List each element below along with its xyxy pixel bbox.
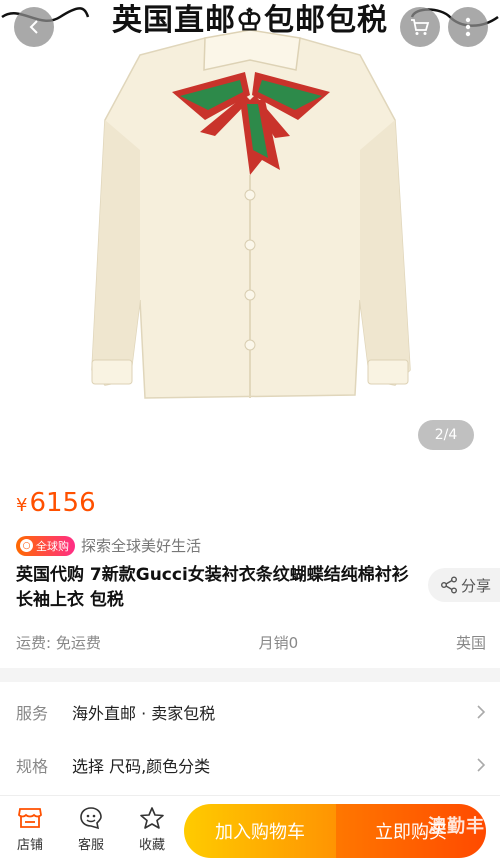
star-icon: [140, 807, 164, 829]
bottom-action-bar: 店铺 客服 收藏 加入购物车 立即购买: [0, 795, 500, 863]
global-slogan: ○ 全球购 探索全球美好生活: [16, 535, 201, 556]
cart-button[interactable]: [400, 7, 440, 47]
product-image: [91, 29, 411, 399]
spec-select-row[interactable]: 规格 选择 尺码,颜色分类: [0, 739, 500, 791]
customer-service-button[interactable]: 客服: [67, 806, 115, 853]
share-button[interactable]: 分享: [428, 568, 500, 602]
watermark: 澳勤丰: [428, 816, 485, 837]
shop-icon: [18, 808, 42, 828]
share-icon: [441, 576, 457, 594]
spec-key: 规格: [16, 757, 49, 776]
service-key: 服务: [16, 704, 49, 723]
add-to-cart-label: 加入购物车: [215, 822, 305, 843]
banner-text: 英国直邮♔包邮包税: [112, 3, 388, 38]
shipping-fee: 运费: 免运费: [16, 634, 101, 652]
section-divider: [0, 668, 500, 682]
service-label: 客服: [77, 838, 104, 853]
back-button[interactable]: [14, 7, 54, 47]
chevron-right-icon: [477, 758, 486, 772]
add-to-cart-button[interactable]: 加入购物车: [184, 804, 336, 858]
origin: 英国: [455, 634, 486, 652]
chevron-right-icon: [477, 705, 486, 719]
global-buy-icon: ○: [20, 539, 33, 552]
chevron-left-icon: [29, 20, 38, 34]
slogan-text: 探索全球美好生活: [81, 537, 202, 555]
image-pager: 2/4: [418, 420, 474, 450]
global-buy-badge: ○ 全球购: [16, 535, 75, 556]
price: ¥ 6156: [16, 488, 96, 518]
shop-button[interactable]: 店铺: [6, 806, 54, 853]
global-buy-label: 全球购: [36, 539, 69, 553]
price-currency: ¥: [16, 495, 28, 516]
meta-row: 运费: 免运费 月销0 英国: [16, 632, 486, 653]
favorite-label: 收藏: [138, 838, 165, 853]
cart-icon: [411, 19, 430, 35]
more-vertical-icon: [465, 17, 471, 37]
product-title: 英国代购 7新款Gucci女装衬衣条纹蝴蝶结纯棉衬衫长袖上衣 包税: [16, 565, 409, 610]
service-row[interactable]: 服务 海外直邮 · 卖家包税: [0, 686, 500, 738]
more-button[interactable]: [448, 7, 488, 47]
spec-value: 选择 尺码,颜色分类: [72, 757, 211, 776]
product-image-carousel[interactable]: 英国直邮♔包邮包税 2/4: [0, 0, 500, 475]
chat-face-icon: [80, 807, 102, 830]
monthly-sales: 月销0: [258, 634, 299, 652]
price-value: 6156: [29, 488, 96, 518]
share-label: 分享: [461, 576, 492, 595]
service-value: 海外直邮 · 卖家包税: [72, 704, 216, 723]
shop-label: 店铺: [16, 838, 43, 853]
favorite-button[interactable]: 收藏: [128, 806, 176, 853]
